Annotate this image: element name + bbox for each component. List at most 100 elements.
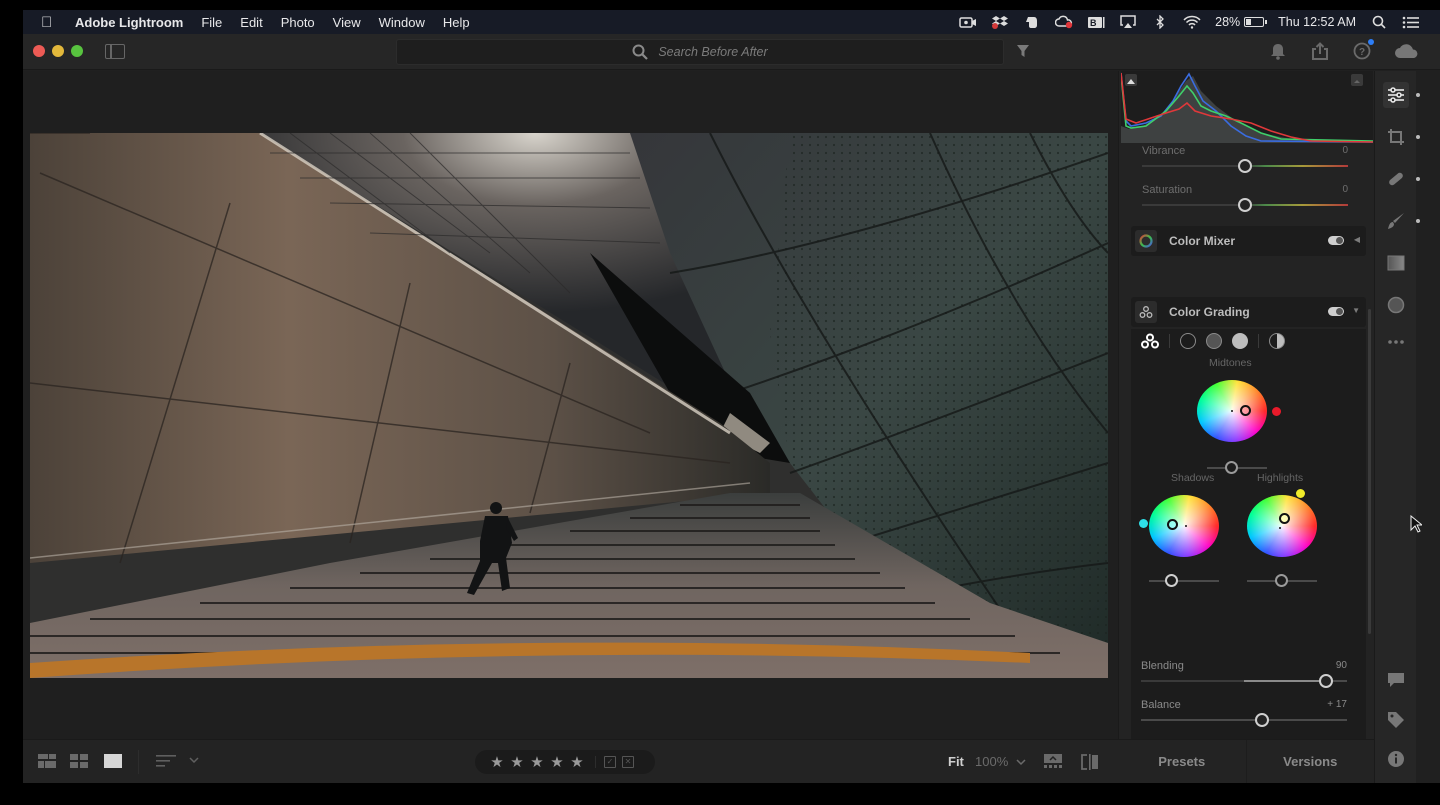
minimize-window-button[interactable] (52, 45, 64, 57)
color-mixer-expand-chevron-icon[interactable]: ◀ (1354, 235, 1360, 244)
highlights-wheel-handle[interactable] (1279, 513, 1290, 524)
rating-star-4[interactable]: ★ (547, 753, 567, 771)
three-way-mode-icon[interactable] (1141, 333, 1159, 349)
color-grading-collapse-chevron-icon[interactable]: ▼ (1352, 306, 1360, 315)
vibrance-thumb[interactable] (1238, 159, 1252, 173)
color-grading-body: Midtones Shadows Highlights Blending 90 … (1131, 329, 1366, 739)
zoom-percent-button[interactable]: 100% (975, 754, 1008, 769)
midtones-mode-button[interactable] (1206, 333, 1222, 349)
main-photo[interactable] (30, 133, 1108, 678)
rating-star-2[interactable]: ★ (507, 753, 527, 771)
blending-thumb[interactable] (1319, 674, 1334, 688)
presets-tab[interactable]: Presets (1118, 740, 1246, 783)
show-filmstrip-icon[interactable] (1044, 754, 1062, 768)
clock[interactable]: Thu 12:52 AM (1278, 15, 1356, 29)
bartender-icon[interactable]: B (1087, 15, 1105, 29)
color-grading-toggle[interactable] (1328, 307, 1344, 316)
more-tools[interactable] (1383, 329, 1409, 355)
menu-view[interactable]: View (333, 15, 361, 30)
highlight-clipping-toggle[interactable] (1351, 74, 1363, 86)
airplay-icon[interactable] (1119, 15, 1137, 29)
vibrance-value[interactable]: 0 (1342, 145, 1348, 156)
notification-center-icon[interactable] (1402, 15, 1420, 29)
global-mode-button[interactable] (1269, 333, 1285, 349)
color-mixer-section-header[interactable]: Color Mixer ◀ (1131, 226, 1366, 256)
filter-icon[interactable] (1016, 44, 1030, 58)
balance-value[interactable]: + 17 (1327, 699, 1347, 710)
rating-star-1[interactable]: ★ (487, 753, 507, 771)
comments-tool[interactable] (1383, 667, 1409, 693)
spotlight-search-icon[interactable] (1370, 15, 1388, 29)
shadows-luminance-thumb[interactable] (1165, 574, 1178, 587)
highlights-hue-handle[interactable] (1296, 489, 1305, 498)
balance-track[interactable] (1141, 719, 1347, 721)
shadows-luminance-track[interactable] (1149, 580, 1219, 582)
menu-window[interactable]: Window (379, 15, 425, 30)
shadows-color-wheel[interactable] (1149, 495, 1219, 557)
panel-scrollbar[interactable] (1368, 309, 1371, 634)
dropbox-icon[interactable] (991, 15, 1009, 29)
pick-flag-icon[interactable]: ✓ (604, 756, 616, 768)
rating-star-5[interactable]: ★ (567, 753, 587, 771)
battery-indicator[interactable]: 28% (1215, 15, 1268, 29)
menu-file[interactable]: File (201, 15, 222, 30)
photo-canvas[interactable] (23, 71, 1118, 739)
shadows-mode-button[interactable] (1180, 333, 1196, 349)
search-input[interactable]: Search Before After (396, 39, 1004, 65)
shadow-clipping-toggle[interactable] (1125, 74, 1137, 86)
zoom-chevron-down-icon[interactable] (1016, 759, 1026, 766)
sort-chevron-down-icon[interactable] (189, 757, 199, 764)
square-grid-view-icon[interactable] (70, 754, 88, 768)
photo-grid-view-icon[interactable] (38, 754, 56, 768)
midtones-color-wheel[interactable] (1197, 380, 1267, 442)
midtones-hue-handle[interactable] (1272, 407, 1281, 416)
saturation-thumb[interactable] (1238, 198, 1252, 212)
reject-flag-icon[interactable]: ✕ (622, 756, 634, 768)
highlights-luminance-thumb[interactable] (1275, 574, 1288, 587)
keywords-tool[interactable] (1383, 707, 1409, 733)
help-icon[interactable]: ? (1352, 39, 1374, 61)
menu-photo[interactable]: Photo (281, 15, 315, 30)
screen-recorder-icon[interactable] (959, 15, 977, 29)
before-after-compare-icon[interactable] (1081, 754, 1099, 770)
menu-edit[interactable]: Edit (240, 15, 262, 30)
highlights-mode-button[interactable] (1232, 333, 1248, 349)
rating-star-3[interactable]: ★ (527, 753, 547, 771)
cloud-sync-icon[interactable] (1394, 41, 1420, 61)
creative-cloud-icon[interactable] (1055, 15, 1073, 29)
healing-tool[interactable] (1383, 166, 1409, 192)
versions-tab[interactable]: Versions (1245, 740, 1375, 783)
color-mixer-toggle[interactable] (1328, 236, 1344, 245)
saturation-value[interactable]: 0 (1342, 184, 1348, 195)
apple-logo-icon[interactable]:  (41, 14, 57, 31)
zoom-window-button[interactable] (71, 45, 83, 57)
blending-value[interactable]: 90 (1336, 660, 1347, 671)
crop-tool[interactable] (1383, 124, 1409, 150)
shadows-wheel-handle[interactable] (1167, 519, 1178, 530)
menu-help[interactable]: Help (443, 15, 470, 30)
menu-app-name[interactable]: Adobe Lightroom (75, 15, 183, 30)
notifications-bell-icon[interactable] (1268, 41, 1288, 61)
blending-track[interactable] (1141, 680, 1347, 682)
radial-gradient-tool[interactable] (1383, 292, 1409, 318)
detail-view-icon[interactable] (104, 754, 122, 768)
midtones-wheel-handle[interactable] (1240, 405, 1251, 416)
midtones-luminance-thumb[interactable] (1225, 461, 1238, 474)
share-icon[interactable] (1310, 41, 1330, 61)
bluetooth-icon[interactable] (1151, 15, 1169, 29)
toggle-sidebar-icon[interactable] (105, 44, 125, 59)
close-window-button[interactable] (33, 45, 45, 57)
edit-tool[interactable] (1383, 82, 1409, 108)
linear-gradient-tool[interactable] (1383, 250, 1409, 276)
sort-icon[interactable] (156, 754, 176, 768)
zoom-fit-button[interactable]: Fit (948, 754, 964, 769)
wifi-icon[interactable] (1183, 15, 1201, 29)
color-grading-section-header[interactable]: Color Grading ▼ (1131, 297, 1366, 327)
balance-thumb[interactable] (1254, 713, 1269, 727)
evernote-icon[interactable] (1023, 15, 1041, 29)
highlights-color-wheel[interactable] (1247, 495, 1317, 557)
brush-tool[interactable] (1383, 208, 1409, 234)
info-tool[interactable] (1383, 746, 1409, 772)
edit-panel: Vibrance 0 Saturation 0 Color Mixer ◀ Co… (1118, 71, 1374, 739)
shadows-hue-handle[interactable] (1139, 519, 1148, 528)
